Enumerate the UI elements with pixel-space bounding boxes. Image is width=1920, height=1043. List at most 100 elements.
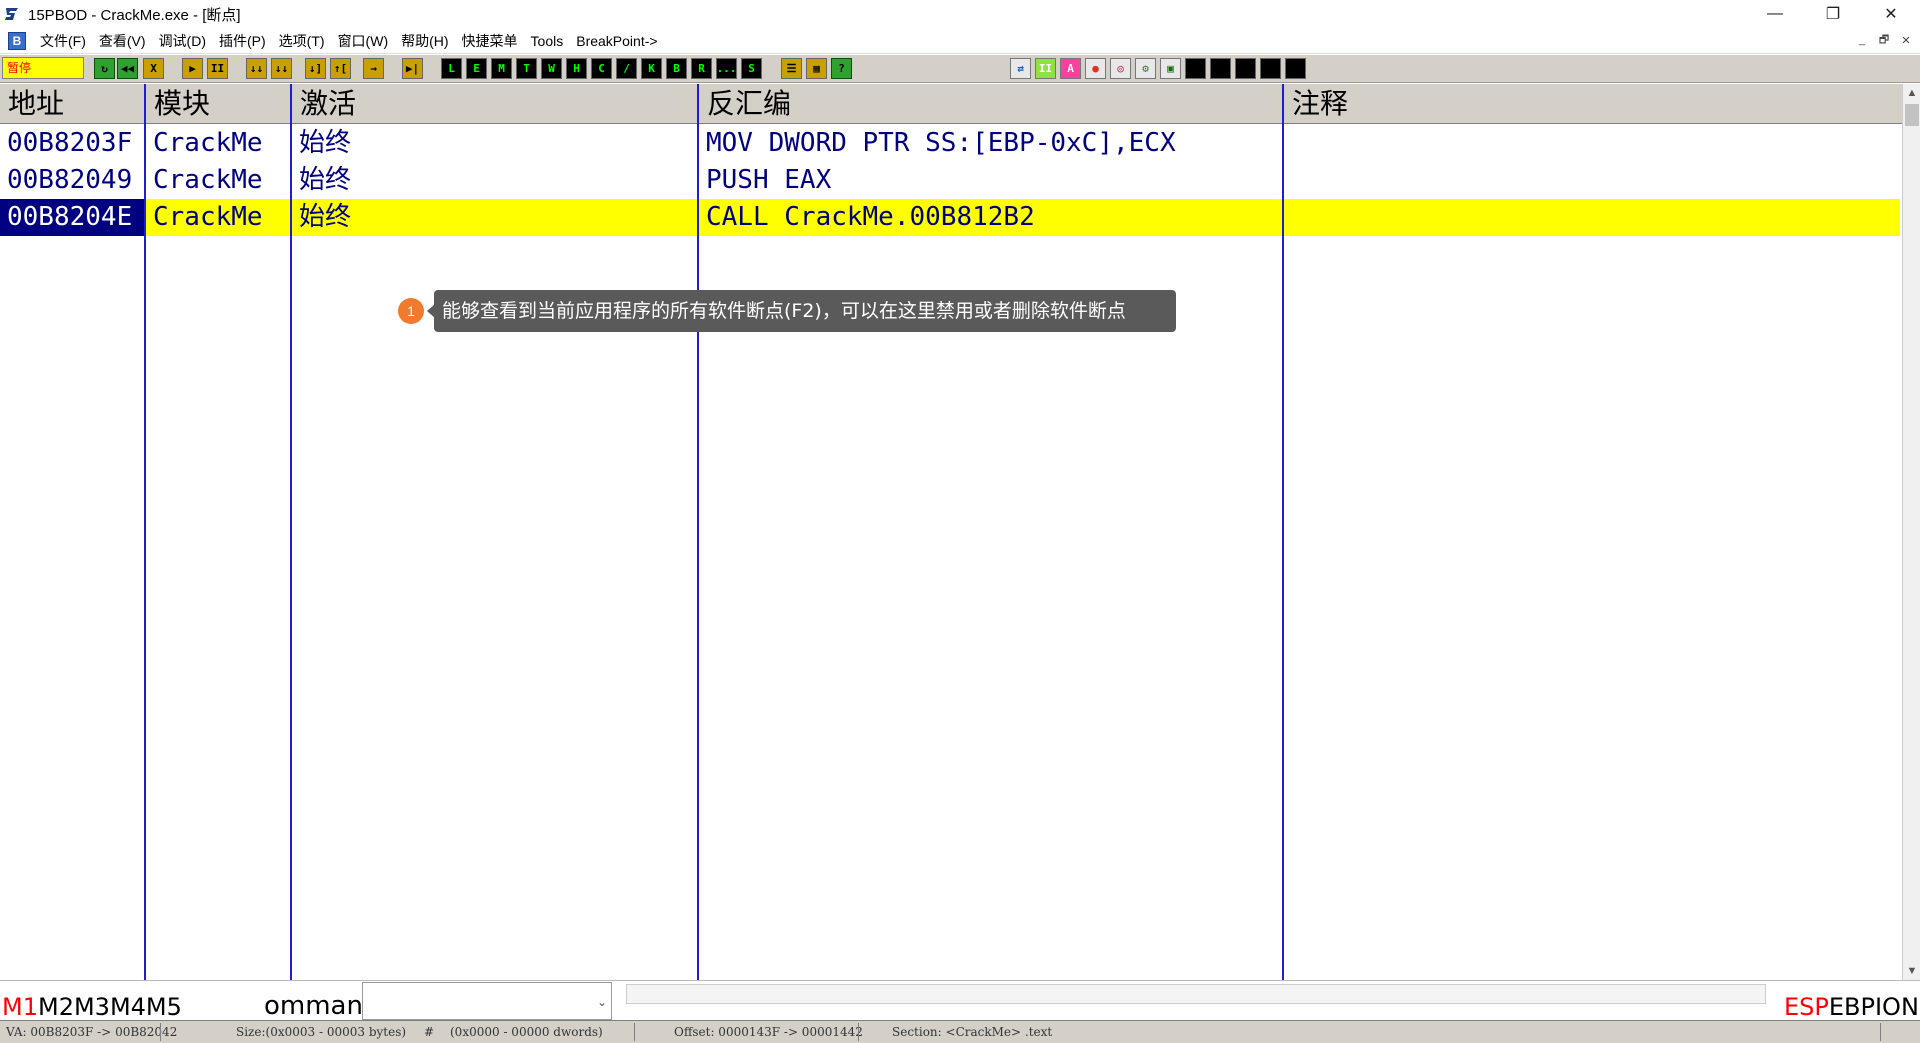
active-cell: 始终: [299, 202, 352, 232]
record-icon[interactable]: ●: [1085, 58, 1106, 79]
blank-tool-5-icon[interactable]: [1285, 58, 1306, 79]
run-trace-window-button[interactable]: ...: [716, 58, 737, 79]
column-separator: [1282, 84, 1284, 980]
blank-tool-4-icon[interactable]: [1260, 58, 1281, 79]
target-icon[interactable]: ◎: [1110, 58, 1131, 79]
chevron-down-icon[interactable]: ⌄: [597, 995, 607, 1009]
command-bar: M1M2M3M4M5 ommand ⌄ ESPEBPIONI: [0, 980, 1920, 1021]
patches-window-button[interactable]: /: [616, 58, 637, 79]
menu-options[interactable]: 选项(T): [275, 31, 334, 51]
mdi-close-button[interactable]: ✕: [1898, 32, 1914, 48]
memory-tabs[interactable]: M1M2M3M4M5: [2, 993, 182, 1021]
column-separator: [697, 84, 699, 980]
minimize-button[interactable]: —: [1746, 0, 1804, 28]
trace-into-button[interactable]: ↓]: [305, 58, 326, 79]
go-to-button[interactable]: ▶|: [402, 58, 423, 79]
grid-view-button[interactable]: ▦: [806, 58, 827, 79]
table-row-selected[interactable]: 00B8204E CrackMe 始终 CALL CrackMe.00B812B…: [0, 199, 1900, 236]
annotation-number-badge: 1: [398, 298, 424, 324]
column-header-address[interactable]: 地址: [0, 84, 145, 124]
restart-button[interactable]: ↻: [94, 58, 115, 79]
status-offset: Offset: 0000143F -> 00001442: [674, 1025, 863, 1039]
breakpoints-window-button[interactable]: B: [666, 58, 687, 79]
memory-tab-active[interactable]: M1: [2, 993, 38, 1021]
windows-window-button[interactable]: W: [541, 58, 562, 79]
scroll-thumb[interactable]: [1905, 104, 1919, 126]
status-hash: #: [424, 1025, 435, 1039]
comment-cell: [1284, 199, 1291, 236]
app-logo-icon[interactable]: B: [8, 31, 26, 50]
menu-view[interactable]: 查看(V): [95, 31, 155, 51]
annotation-tooltip: 能够查看到当前应用程序的所有软件断点(F2)，可以在这里禁用或者删除软件断点: [434, 290, 1176, 332]
register-others[interactable]: EBPIONI: [1829, 993, 1920, 1021]
table-row[interactable]: 00B82049 CrackMe 始终 PUSH EAX: [0, 162, 1900, 199]
call-stack-window-button[interactable]: K: [641, 58, 662, 79]
step-over-button[interactable]: ↓↓: [271, 58, 292, 79]
column-header-module[interactable]: 模块: [146, 84, 291, 124]
memory-tabs-others[interactable]: M2M3M4M5: [38, 993, 182, 1021]
command-input[interactable]: ⌄: [362, 982, 612, 1020]
mdi-minimize-button[interactable]: _: [1854, 32, 1870, 48]
column-separator: [290, 84, 292, 980]
source-window-button[interactable]: S: [741, 58, 762, 79]
swap-icon[interactable]: ⇄: [1010, 58, 1031, 79]
title-bar: 15PBOD - CrackMe.exe - [断点] — ❐ ✕: [0, 0, 1920, 28]
menu-debug[interactable]: 调试(D): [155, 31, 215, 51]
menu-breakpoint[interactable]: BreakPoint->: [572, 33, 666, 49]
cpu-window-button[interactable]: C: [591, 58, 612, 79]
run-button[interactable]: ▶: [182, 58, 203, 79]
comment-cell: [1284, 125, 1291, 162]
pause-button[interactable]: II: [207, 58, 228, 79]
list-view-button[interactable]: ☰: [781, 58, 802, 79]
pause-plugin-icon[interactable]: II: [1035, 58, 1056, 79]
breakpoints-table: 地址 模块 激活 反汇编 注释 00B8203F CrackMe 始终 MOV …: [0, 84, 1903, 980]
status-section: Section: <CrackMe> .text: [892, 1025, 1053, 1039]
menu-plugins[interactable]: 插件(P): [215, 31, 275, 51]
address-cell: 00B82049: [7, 165, 133, 195]
trace-over-button[interactable]: ↑[: [330, 58, 351, 79]
a-plugin-icon[interactable]: A: [1060, 58, 1081, 79]
column-header-active[interactable]: 激活: [292, 84, 697, 124]
step-into-button[interactable]: ↓↓: [246, 58, 267, 79]
mdi-restore-button[interactable]: 🗗: [1876, 32, 1892, 48]
menu-window[interactable]: 窗口(W): [334, 31, 398, 51]
disasm-cell: CALL CrackMe.00B812B2: [706, 202, 1035, 232]
column-header-comment[interactable]: 注释: [1284, 84, 1884, 124]
menu-tools[interactable]: Tools: [527, 33, 573, 49]
status-va: VA: 00B8203F -> 00B82042: [6, 1025, 178, 1039]
rewind-button[interactable]: ◀◀: [117, 58, 138, 79]
table-row[interactable]: 00B8203F CrackMe 始终 MOV DWORD PTR SS:[EB…: [0, 125, 1900, 162]
threads-window-button[interactable]: T: [516, 58, 537, 79]
chip-icon[interactable]: ▣: [1160, 58, 1181, 79]
scroll-up-icon[interactable]: ▲: [1903, 84, 1920, 102]
maximize-button[interactable]: ❐: [1804, 0, 1862, 28]
blank-tool-3-icon[interactable]: [1235, 58, 1256, 79]
settings-plugin-icon[interactable]: ⚙: [1135, 58, 1156, 79]
active-cell: 始终: [299, 128, 352, 158]
help-button[interactable]: ?: [831, 58, 852, 79]
log-window-button[interactable]: L: [441, 58, 462, 79]
register-tabs[interactable]: ESPEBPIONI: [1784, 993, 1920, 1021]
scroll-down-icon[interactable]: ▼: [1903, 962, 1920, 980]
close-process-button[interactable]: X: [143, 58, 164, 79]
vertical-scrollbar[interactable]: ▲ ▼: [1902, 84, 1920, 980]
status-separator: [858, 1023, 859, 1041]
menu-file[interactable]: 文件(F): [36, 31, 95, 51]
menu-shortcut[interactable]: 快捷菜单: [458, 31, 527, 51]
references-window-button[interactable]: R: [691, 58, 712, 79]
window-controls: — ❐ ✕: [1746, 0, 1920, 28]
module-cell: CrackMe: [153, 202, 263, 232]
register-esp[interactable]: ESP: [1784, 993, 1829, 1021]
app-icon: [4, 6, 20, 22]
status-bar: VA: 00B8203F -> 00B82042 Size:(0x0003 - …: [0, 1020, 1920, 1043]
memory-window-button[interactable]: M: [491, 58, 512, 79]
close-button[interactable]: ✕: [1862, 0, 1920, 28]
modules-window-button[interactable]: E: [466, 58, 487, 79]
column-header-disassembly[interactable]: 反汇编: [699, 84, 1282, 124]
status-size: Size:(0x0003 - 00003 bytes): [236, 1025, 407, 1039]
blank-tool-1-icon[interactable]: [1185, 58, 1206, 79]
menu-help[interactable]: 帮助(H): [397, 31, 457, 51]
handles-window-button[interactable]: H: [566, 58, 587, 79]
execute-till-return-button[interactable]: →: [363, 58, 384, 79]
blank-tool-2-icon[interactable]: [1210, 58, 1231, 79]
